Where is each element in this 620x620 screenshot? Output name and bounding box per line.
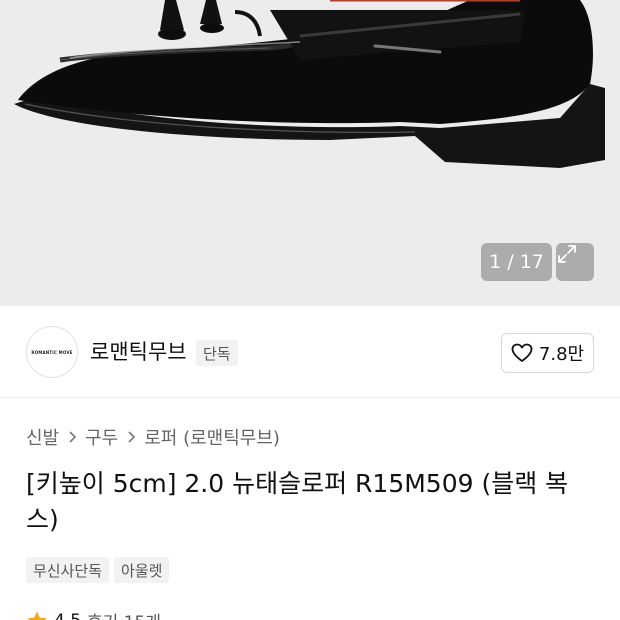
expand-icon <box>558 245 576 263</box>
star-icon <box>27 611 47 620</box>
brand-logo[interactable]: ROMANTIC MOVE <box>26 326 78 378</box>
expand-button[interactable] <box>556 243 594 281</box>
rating-row[interactable]: 4.5 후기 15개 <box>26 608 161 620</box>
brand-logo-text: ROMANTIC MOVE <box>31 349 73 355</box>
product-title: [키높이 5cm] 2.0 뉴태슬로퍼 R15M509 (블랙 복스) <box>26 469 569 534</box>
breadcrumb: 신발 구두 로퍼 (로맨틱무브) <box>26 424 280 450</box>
rating-value: 4.5 <box>54 611 81 620</box>
product-image-gallery[interactable]: 1 / 17 <box>0 0 620 306</box>
review-count[interactable]: 후기 15개 <box>87 608 161 620</box>
brand-row: ROMANTIC MOVE 로맨틱무브 단독 7.8만 <box>0 306 620 398</box>
breadcrumb-item-loafer[interactable]: 로퍼 (로맨틱무브) <box>144 424 280 450</box>
image-counter: 1 / 17 <box>481 243 552 281</box>
brand-name[interactable]: 로맨틱무브 <box>90 336 187 366</box>
tag-list: 무신사단독 아울렛 <box>26 557 170 583</box>
tag-musinsa-exclusive: 무신사단독 <box>26 557 110 583</box>
heart-icon <box>511 343 533 362</box>
chevron-right-icon <box>67 430 77 444</box>
chevron-right-icon <box>126 430 136 444</box>
tag-outlet: 아울렛 <box>114 557 170 583</box>
like-count: 7.8만 <box>538 344 585 365</box>
exclusive-badge: 단독 <box>196 340 238 366</box>
breadcrumb-item-dress-shoes[interactable]: 구두 <box>85 424 118 450</box>
breadcrumb-item-shoes[interactable]: 신발 <box>26 424 59 450</box>
like-button[interactable]: 7.8만 <box>501 333 594 373</box>
